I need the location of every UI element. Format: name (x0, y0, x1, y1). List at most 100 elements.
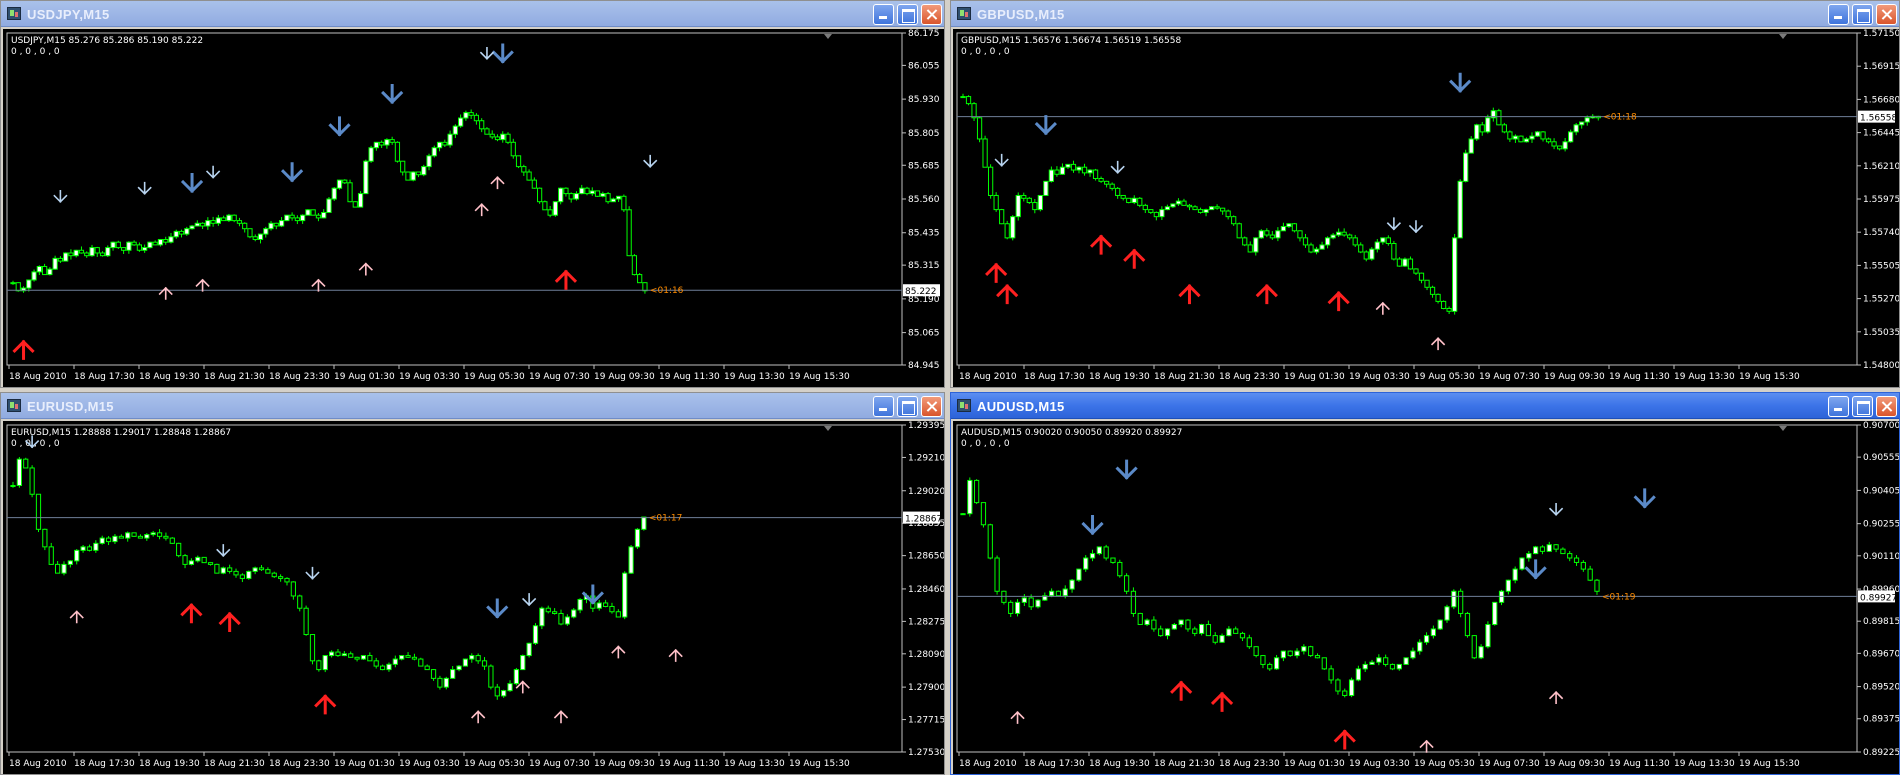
sell-signal-icon (643, 154, 658, 168)
candle-body (268, 222, 274, 230)
maximize-button[interactable] (1852, 396, 1873, 417)
candle-body (26, 279, 32, 289)
candle-body (178, 230, 185, 235)
candle-body (328, 651, 335, 657)
y-tick-label: 85.685 (908, 161, 940, 171)
candle-body (284, 214, 290, 222)
candle-body (239, 574, 245, 579)
candle-body (1137, 612, 1143, 626)
sell-signal-icon (994, 153, 1009, 167)
candle-body (577, 598, 583, 611)
candle-body (500, 133, 506, 141)
candle-body (1126, 197, 1132, 204)
candle-body (1219, 635, 1225, 643)
chart-window-usdjpy[interactable]: USDJPY,M15 86.175 86.055 85.930 85.805 85.68… (0, 0, 945, 388)
candle-body (368, 147, 374, 162)
price-chart[interactable]: 1.57150 1.56915 1.56680 1.56445 1.56210 1.559… (953, 29, 1899, 387)
chart-window-gbpusd[interactable]: GBPUSD,M15 1.57150 1.56915 1.56680 1.56445 1… (950, 0, 1900, 388)
maximize-button[interactable] (1852, 4, 1873, 25)
sell-arrow-icon (280, 162, 304, 183)
candle-body (1260, 655, 1266, 665)
close-button[interactable] (1876, 396, 1897, 417)
candle-body (1519, 557, 1525, 570)
candle-body (1402, 258, 1408, 267)
buy-arrow-icon (996, 283, 1019, 305)
candle-body (47, 268, 53, 276)
window-titlebar[interactable]: AUDUSD,M15 (951, 393, 1899, 419)
close-button[interactable] (921, 396, 942, 417)
candle-body (1501, 124, 1507, 133)
buy-arrow-icon (1327, 291, 1350, 312)
maximize-button[interactable] (897, 4, 918, 25)
window-titlebar[interactable]: GBPUSD,M15 (951, 1, 1899, 27)
candle-body (563, 187, 569, 195)
candle-body (634, 528, 641, 548)
candle-body (80, 546, 86, 551)
price-tag-label: 85.222 (905, 287, 937, 297)
candle-body (1004, 223, 1010, 239)
candle-body (265, 569, 271, 574)
window-titlebar[interactable]: EURUSD,M15 (1, 393, 944, 419)
candle-body (1362, 663, 1368, 670)
candle-body (184, 228, 190, 235)
candle-body (31, 271, 37, 281)
x-tick-label: 18 Aug 19:30 (139, 759, 200, 769)
candle-body (284, 577, 290, 583)
sell-arrow-icon (180, 173, 204, 194)
x-tick-label: 19 Aug 13:30 (724, 759, 785, 769)
candle-body (431, 147, 437, 157)
y-tick-label: 0.89375 (1863, 715, 1899, 725)
x-tick-label: 19 Aug 15:30 (1739, 372, 1800, 382)
candle-body (410, 171, 416, 181)
candle-body (1104, 180, 1110, 185)
buy-signal-icon (490, 176, 505, 190)
candle-body (379, 665, 386, 671)
candle-body (1131, 197, 1137, 204)
candle-body (1444, 606, 1450, 621)
close-button[interactable] (921, 4, 942, 25)
minimize-button[interactable] (873, 4, 894, 25)
maximize-button[interactable] (897, 396, 918, 417)
candle-body (120, 247, 127, 251)
candle-body (609, 605, 615, 613)
candle-body (974, 479, 980, 504)
x-tick-label: 18 Aug 21:30 (1154, 372, 1215, 382)
candle-body (602, 602, 609, 607)
candle-body (1540, 131, 1546, 140)
x-tick-label: 19 Aug 07:30 (529, 759, 590, 769)
minimize-button[interactable] (1828, 396, 1849, 417)
x-tick-label: 19 Aug 05:30 (1414, 759, 1475, 769)
candle-body (86, 546, 93, 551)
candle-body (1092, 169, 1099, 180)
candle-body (1205, 624, 1212, 637)
candle-body (105, 247, 111, 257)
candle-body (1376, 657, 1382, 663)
candle-body (960, 96, 966, 99)
candle-body (1446, 307, 1452, 312)
window-titlebar[interactable]: USDJPY,M15 (1, 1, 944, 27)
close-button[interactable] (1876, 4, 1897, 25)
chart-window-eurusd[interactable]: EURUSD,M15 1.29395 1.29210 1.29020 1.28835 1… (0, 392, 945, 775)
minimize-button[interactable] (1828, 4, 1849, 25)
candle-body (252, 567, 258, 572)
candle-body (450, 669, 456, 679)
price-chart[interactable]: 0.90700 0.90555 0.90405 0.90255 0.90110 0.899… (953, 421, 1899, 774)
y-tick-label: 1.27715 (908, 716, 944, 726)
candle-body (456, 665, 462, 671)
candle-body (1192, 206, 1198, 211)
candle-body (484, 128, 490, 135)
price-chart[interactable]: 1.293951.292101.290201.288351.286501.284… (3, 421, 944, 774)
candle-body (1225, 210, 1231, 218)
x-tick-label: 19 Aug 01:30 (1284, 759, 1345, 769)
chart-window-audusd[interactable]: AUDUSD,M15 0.90700 0.90555 0.90405 0.90255 0… (950, 392, 1900, 775)
minimize-button[interactable] (873, 396, 894, 417)
candle-body (136, 244, 142, 251)
candle-body (1069, 579, 1075, 590)
candle-body (1110, 557, 1116, 563)
price-chart[interactable]: 86.175 86.055 85.930 85.805 85.685 85.560 85.4… (3, 29, 944, 387)
chart-shift-marker (1779, 34, 1787, 39)
candle-body (1507, 131, 1513, 140)
candle-body (400, 160, 406, 173)
candle-body (1123, 575, 1130, 592)
candle-body (1573, 557, 1580, 563)
